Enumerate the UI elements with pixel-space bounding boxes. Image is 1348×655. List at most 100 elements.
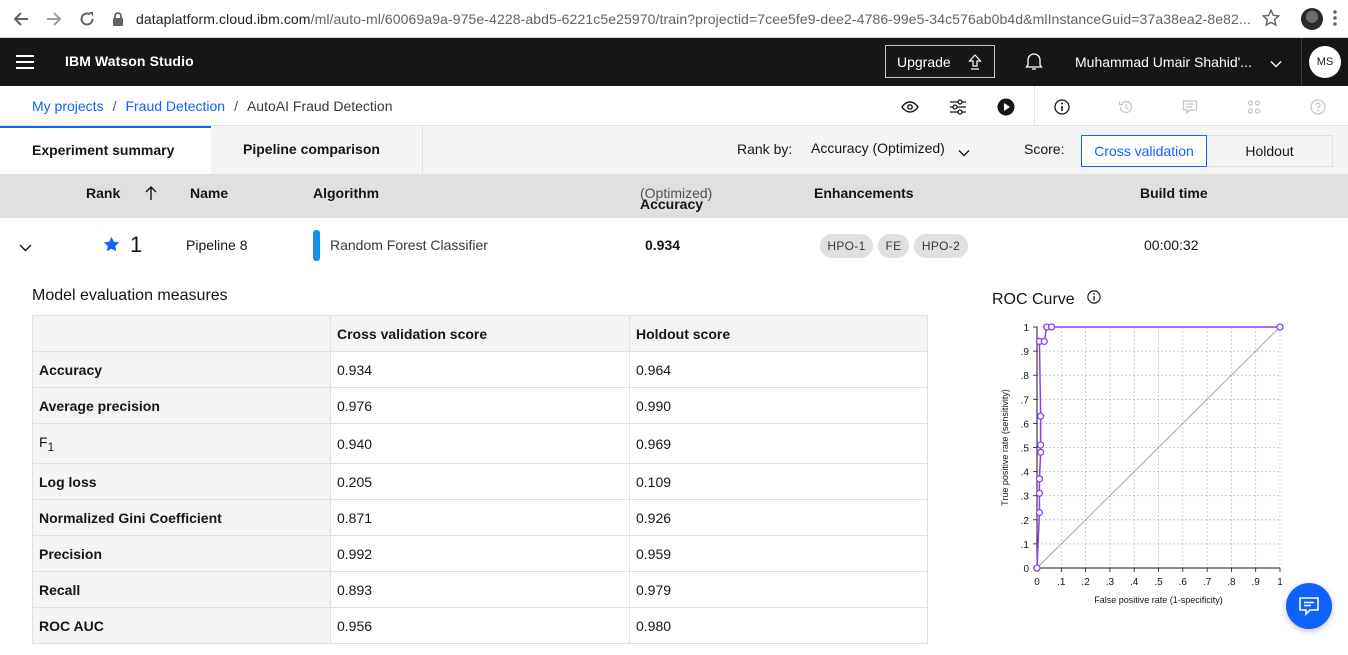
bookmark-star-icon[interactable] — [1261, 8, 1281, 32]
x-tick-label: .6 — [1179, 577, 1188, 588]
roc-curve-point — [1036, 441, 1045, 449]
hamburger-menu-icon[interactable] — [16, 55, 34, 73]
cross-validation-score: 0.893 — [330, 571, 630, 608]
holdout-score: 0.959 — [629, 535, 928, 572]
browser-toolbar: dataplatform.cloud.ibm.com/ml/auto-ml/60… — [0, 0, 1348, 38]
forward-arrow-icon[interactable] — [39, 4, 69, 34]
breadcrumb-fraud-detection[interactable]: Fraud Detection — [125, 98, 225, 114]
help-icon[interactable] — [1309, 98, 1327, 116]
url-path: /ml/auto-ml/60069a9a-975e-4228-abd5-6221… — [310, 11, 1251, 27]
y-tick-label: 1 — [1023, 323, 1029, 334]
breadcrumb-separator: / — [112, 98, 117, 114]
holdout-score: 0.964 — [629, 351, 928, 388]
y-tick-label: .5 — [1021, 444, 1030, 455]
comment-icon[interactable] — [1181, 98, 1199, 116]
score-cross-validation-button[interactable]: Cross validation — [1081, 135, 1207, 167]
sort-ascending-arrow-icon[interactable] — [144, 185, 158, 204]
user-account-name[interactable]: Muhammad Umair Shahid'... — [1075, 54, 1252, 70]
pipeline-name[interactable]: Pipeline 8 — [186, 237, 248, 253]
roc-curve-point — [1047, 323, 1056, 331]
table-row: F1 0.940 0.969 — [32, 423, 928, 464]
roc-title: ROC Curve — [992, 291, 1075, 308]
roc-curve-point — [1035, 475, 1044, 483]
metric-label: Normalized Gini Coefficient — [39, 509, 222, 526]
product-name[interactable]: IBM Watson Studio — [65, 53, 194, 69]
pipeline-row[interactable]: 1 Pipeline 8 Random Forest Classifier 0.… — [0, 218, 1348, 272]
tab-pipeline-comparison[interactable]: Pipeline comparison — [211, 126, 423, 174]
tabs-toolbar: Experiment summary Pipeline comparison R… — [0, 126, 1348, 174]
table-row: ROC AUC 0.956 0.980 — [32, 607, 928, 644]
x-tick-label: .7 — [1203, 577, 1212, 588]
reload-icon[interactable] — [72, 4, 102, 34]
algorithm-color-indicator — [313, 230, 320, 261]
settings-sliders-icon[interactable] — [949, 98, 967, 116]
x-tick-label: 1 — [1277, 577, 1283, 588]
run-play-icon[interactable] — [997, 98, 1015, 116]
back-arrow-icon[interactable] — [6, 4, 36, 34]
x-tick-label: .2 — [1081, 577, 1090, 588]
metric-name: Log loss — [32, 463, 331, 500]
roc-curve-point — [1276, 323, 1284, 331]
table-row: Normalized Gini Coefficient 0.871 0.926 — [32, 499, 928, 536]
holdout-score: 0.926 — [629, 499, 928, 536]
information-icon[interactable] — [1053, 98, 1071, 116]
roc-curve-point — [1033, 564, 1041, 572]
history-icon[interactable] — [1117, 98, 1135, 116]
column-algorithm[interactable]: Algorithm — [313, 185, 379, 201]
metric-name: ROC AUC — [32, 607, 331, 644]
column-build-time[interactable]: Build time — [1140, 185, 1208, 201]
browser-profile-avatar[interactable] — [1301, 8, 1323, 30]
browser-menu-icon[interactable] — [1333, 10, 1337, 26]
upgrade-arrow-icon — [968, 54, 982, 73]
cross-validation-score: 0.940 — [330, 423, 630, 464]
notification-bell-icon[interactable] — [1024, 51, 1044, 76]
y-tick-label: .4 — [1021, 468, 1030, 479]
tab-experiment-summary[interactable]: Experiment summary — [0, 126, 211, 174]
cross-validation-score: 0.871 — [330, 499, 630, 536]
column-rank[interactable]: Rank — [86, 185, 120, 201]
metric-label: Precision — [39, 545, 103, 562]
enhancement-tag: HPO-1 — [820, 234, 873, 258]
x-tick-label: .5 — [1154, 577, 1163, 588]
y-tick-label: .8 — [1021, 371, 1030, 382]
y-tick-label: .2 — [1021, 516, 1030, 527]
chevron-down-icon[interactable] — [19, 239, 32, 255]
score-holdout-button[interactable]: Holdout — [1207, 135, 1333, 167]
y-tick-label: 0 — [1023, 564, 1029, 575]
upgrade-button[interactable]: Upgrade — [885, 45, 995, 78]
chat-button[interactable] — [1286, 583, 1332, 629]
rank-by-dropdown[interactable]: Accuracy (Optimized) — [811, 140, 945, 156]
chevron-down-icon[interactable] — [958, 144, 970, 162]
table-row: Log loss 0.205 0.109 — [32, 463, 928, 500]
breadcrumb-my-projects[interactable]: My projects — [32, 98, 104, 114]
metric-label: Log loss — [39, 473, 97, 490]
column-enhancements[interactable]: Enhancements — [814, 185, 914, 201]
table-corner — [32, 315, 331, 352]
y-tick-label: .3 — [1021, 492, 1030, 503]
avatar[interactable]: MS — [1309, 46, 1341, 78]
header-cross-validation: Cross validation score — [330, 315, 630, 352]
evaluation-title: Model evaluation measures — [32, 287, 228, 304]
app-header: IBM Watson Studio Upgrade Muhammad Umair… — [0, 38, 1348, 86]
cross-validation-score: 0.934 — [330, 351, 630, 388]
address-bar[interactable]: dataplatform.cloud.ibm.com/ml/auto-ml/60… — [112, 7, 1262, 31]
y-tick-label: .6 — [1021, 419, 1030, 430]
pipeline-accuracy: 0.934 — [645, 237, 681, 253]
pipeline-build-time: 00:00:32 — [1144, 237, 1199, 253]
x-tick-label: .4 — [1130, 577, 1139, 588]
chat-icon — [1299, 597, 1319, 616]
cross-validation-score: 0.956 — [330, 607, 630, 644]
column-metric[interactable]: Accuracy — [640, 196, 703, 212]
eye-icon[interactable] — [901, 98, 919, 116]
information-icon[interactable] — [1087, 290, 1101, 309]
table-row: Recall 0.893 0.979 — [32, 571, 928, 608]
column-name[interactable]: Name — [190, 185, 228, 201]
collaborators-icon[interactable] — [1245, 98, 1263, 116]
metric-label: Average precision — [39, 397, 160, 414]
breadcrumb-separator: / — [234, 98, 238, 114]
roc-curve-point — [1040, 337, 1048, 346]
pipeline-algorithm: Random Forest Classifier — [330, 237, 488, 253]
chevron-down-icon[interactable] — [1270, 55, 1282, 73]
roc-curve-point — [1036, 448, 1045, 456]
metric-label: Accuracy — [39, 361, 103, 378]
